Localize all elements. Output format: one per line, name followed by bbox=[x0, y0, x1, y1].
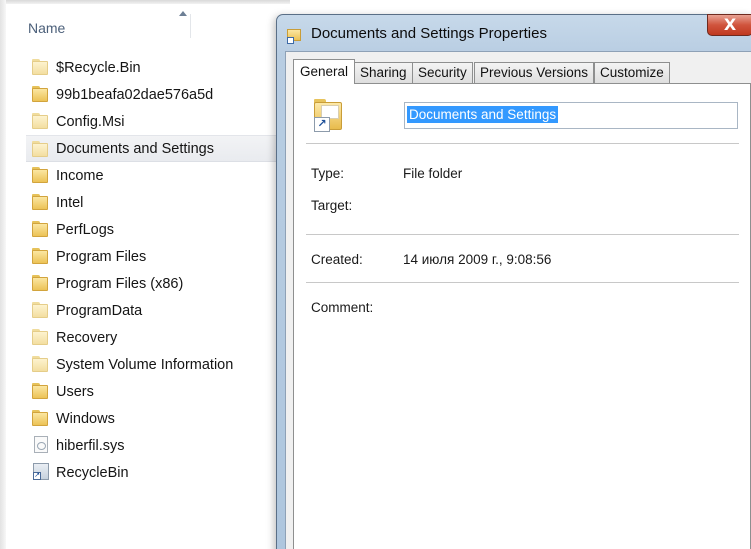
folder-icon bbox=[32, 221, 50, 237]
tab-sharing[interactable]: Sharing bbox=[354, 62, 413, 83]
tab-previous-versions[interactable]: Previous Versions bbox=[474, 62, 595, 83]
folder-icon bbox=[32, 356, 50, 372]
close-button[interactable]: X bbox=[707, 14, 751, 36]
item-label: Program Files bbox=[56, 248, 147, 265]
item-label: PerfLogs bbox=[56, 221, 115, 238]
target-label: Target: bbox=[311, 198, 353, 213]
file-list: $Recycle.Bin 99b1beafa02dae576a5d Config… bbox=[26, 54, 286, 486]
sort-ascending-icon[interactable] bbox=[179, 11, 187, 16]
list-item[interactable]: Intel bbox=[26, 189, 286, 216]
folder-icon bbox=[32, 86, 50, 102]
folder-icon bbox=[32, 329, 50, 345]
folder-icon bbox=[32, 302, 50, 318]
item-label: System Volume Information bbox=[56, 356, 234, 373]
item-label: Documents and Settings bbox=[56, 140, 214, 157]
list-item[interactable]: Windows bbox=[26, 405, 286, 432]
list-item[interactable]: Program Files (x86) bbox=[26, 270, 286, 297]
separator bbox=[306, 282, 739, 283]
item-label: Intel bbox=[56, 194, 84, 211]
item-label: hiberfil.sys bbox=[56, 437, 125, 454]
folder-icon bbox=[32, 383, 50, 399]
folder-shortcut-icon bbox=[32, 141, 50, 157]
item-label: Config.Msi bbox=[56, 113, 125, 130]
item-label: ProgramData bbox=[56, 302, 143, 319]
folder-icon bbox=[32, 410, 50, 426]
item-label: Recovery bbox=[56, 329, 118, 346]
list-item[interactable]: ProgramData bbox=[26, 297, 286, 324]
item-label: Income bbox=[56, 167, 104, 184]
list-item[interactable]: $Recycle.Bin bbox=[26, 54, 286, 81]
list-item[interactable]: hiberfil.sys bbox=[26, 432, 286, 459]
list-item[interactable]: Program Files bbox=[26, 243, 286, 270]
item-label: Windows bbox=[56, 410, 115, 427]
list-item[interactable]: PerfLogs bbox=[26, 216, 286, 243]
list-item[interactable]: Recovery bbox=[26, 324, 286, 351]
tab-general[interactable]: General bbox=[293, 59, 356, 84]
item-label: Program Files (x86) bbox=[56, 275, 184, 292]
folder-icon bbox=[32, 275, 50, 291]
explorer-left-edge bbox=[0, 0, 6, 549]
list-item[interactable]: System Volume Information bbox=[26, 351, 286, 378]
folder-shortcut-icon: ↗ bbox=[313, 98, 347, 132]
explorer-pane: Name $Recycle.Bin 99b1beafa02dae576a5d C… bbox=[0, 0, 290, 549]
comment-label: Comment: bbox=[311, 300, 374, 315]
folder-icon bbox=[32, 113, 50, 129]
list-item-selected[interactable]: Documents and Settings bbox=[26, 135, 286, 162]
folder-name-selected-text: Documents and Settings bbox=[407, 106, 559, 123]
folder-name-field[interactable]: Documents and Settings bbox=[404, 102, 738, 129]
system-file-icon bbox=[34, 436, 48, 453]
dialog-client-area: General Sharing Security Previous Versio… bbox=[285, 51, 751, 549]
folder-icon bbox=[32, 194, 50, 210]
list-item[interactable]: Config.Msi bbox=[26, 108, 286, 135]
item-label: RecycleBin bbox=[56, 464, 129, 481]
shortcut-icon: ↗ bbox=[33, 463, 49, 480]
type-label: Type: bbox=[311, 166, 345, 181]
folder-icon bbox=[32, 167, 50, 183]
list-item[interactable]: Income bbox=[26, 162, 286, 189]
list-item[interactable]: Users bbox=[26, 378, 286, 405]
tab-security[interactable]: Security bbox=[412, 62, 473, 83]
separator bbox=[306, 143, 739, 144]
explorer-top-strip bbox=[0, 0, 290, 4]
folder-shortcut-icon bbox=[287, 27, 303, 44]
folder-icon bbox=[32, 248, 50, 264]
dialog-title: Documents and Settings Properties bbox=[311, 25, 547, 42]
properties-dialog: Documents and Settings Properties X Gene… bbox=[276, 14, 751, 549]
created-value: 14 июля 2009 г., 9:08:56 bbox=[403, 252, 552, 267]
tab-customize[interactable]: Customize bbox=[594, 62, 670, 83]
column-header-name[interactable]: Name bbox=[28, 20, 65, 36]
item-label: 99b1beafa02dae576a5d bbox=[56, 86, 214, 103]
type-value: File folder bbox=[403, 166, 463, 181]
column-divider[interactable] bbox=[190, 14, 191, 38]
folder-icon bbox=[32, 59, 50, 75]
item-label: Users bbox=[56, 383, 94, 400]
general-tab-page: ↗ Documents and Settings Type: File fold… bbox=[293, 83, 751, 549]
item-label: $Recycle.Bin bbox=[56, 59, 141, 76]
list-item[interactable]: 99b1beafa02dae576a5d bbox=[26, 81, 286, 108]
list-item[interactable]: ↗ RecycleBin bbox=[26, 459, 286, 486]
created-label: Created: bbox=[311, 252, 363, 267]
separator bbox=[306, 234, 739, 235]
